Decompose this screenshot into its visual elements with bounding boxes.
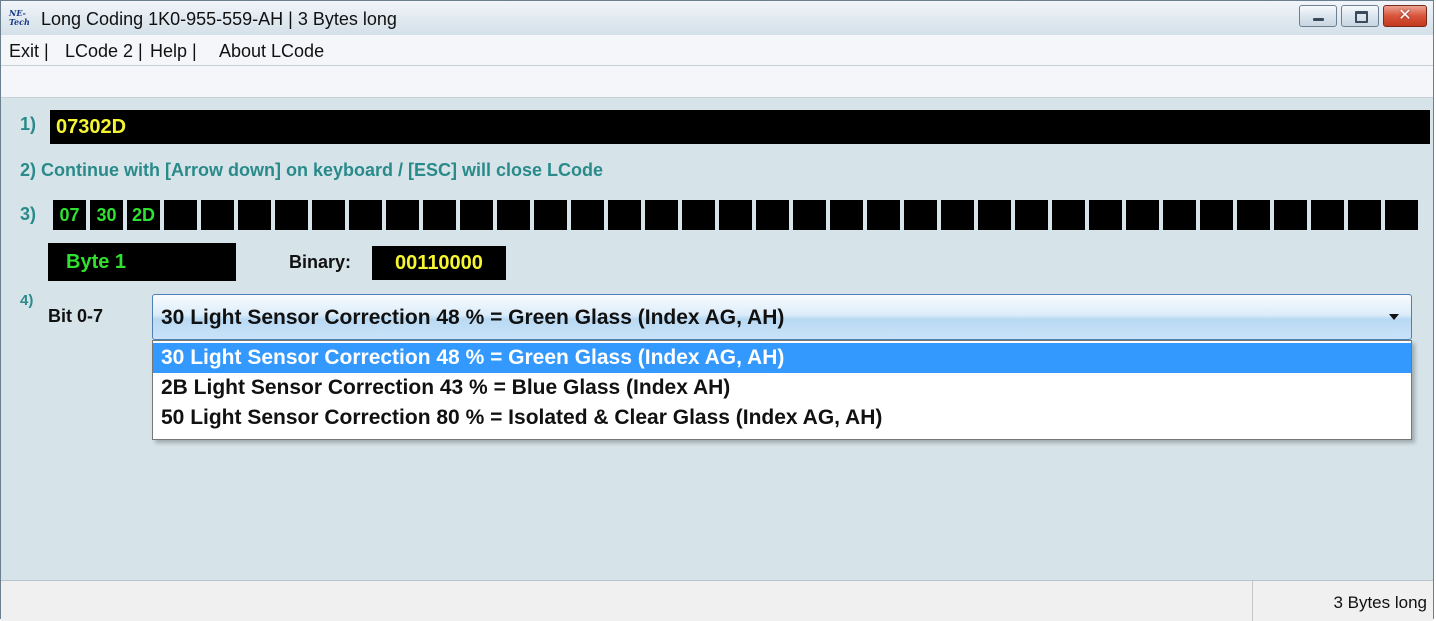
dropdown-arrow-icon[interactable] — [1389, 314, 1399, 320]
bit-range-label: Bit 0-7 — [48, 306, 104, 326]
maximize-button[interactable] — [1341, 5, 1379, 27]
byte-cell[interactable] — [756, 200, 789, 230]
byte-cell[interactable] — [1311, 200, 1344, 230]
byte-cell[interactable] — [1200, 200, 1233, 230]
byte-cell[interactable] — [275, 200, 308, 230]
byte-cell[interactable] — [830, 200, 863, 230]
byte-cell[interactable]: 2D — [127, 200, 160, 230]
menu-help[interactable]: Help | — [150, 41, 197, 62]
menu-bar-row: Exit | LCode 2 | Help | About LCode — [1, 35, 1433, 66]
maximize-icon — [1342, 6, 1378, 26]
byte-cell[interactable] — [1237, 200, 1270, 230]
status-bar: 3 Bytes long — [1, 580, 1433, 621]
byte-cell[interactable] — [645, 200, 678, 230]
minimize-button[interactable] — [1299, 5, 1337, 27]
byte-cell[interactable] — [534, 200, 567, 230]
byte-cell[interactable] — [793, 200, 826, 230]
menu-bar — [1, 65, 1433, 98]
byte-cell[interactable] — [1385, 200, 1418, 230]
byte-cell[interactable] — [682, 200, 715, 230]
byte-cell[interactable] — [312, 200, 345, 230]
menu-lcode2[interactable]: LCode 2 | — [65, 41, 143, 62]
step2-instruction: 2) Continue with [Arrow down] on keyboar… — [20, 160, 604, 180]
close-button[interactable]: ✕ — [1383, 5, 1427, 27]
ne-tech-logo-icon[interactable]: NE- Tech — [9, 9, 37, 29]
icon-text-bottom: Tech — [9, 17, 30, 27]
byte-cell[interactable] — [867, 200, 900, 230]
combobox-dropdown-list: 30 Light Sensor Correction 48 % = Green … — [152, 340, 1412, 440]
byte-cell[interactable] — [497, 200, 530, 230]
byte-cell[interactable] — [238, 200, 271, 230]
byte-cell[interactable] — [719, 200, 752, 230]
minimize-icon — [1300, 6, 1336, 26]
byte-cell[interactable] — [941, 200, 974, 230]
byte-cell[interactable] — [1163, 200, 1196, 230]
byte-cell[interactable] — [1274, 200, 1307, 230]
byte-label: Byte 1 — [48, 243, 236, 281]
byte-cell[interactable] — [349, 200, 382, 230]
byte-cell[interactable]: 30 — [90, 200, 123, 230]
byte-cell[interactable] — [904, 200, 937, 230]
byte-cell[interactable] — [1089, 200, 1122, 230]
byte-cell[interactable] — [978, 200, 1011, 230]
combobox-selected-value: 30 Light Sensor Correction 48 % = Green … — [161, 306, 785, 329]
byte-cell[interactable] — [460, 200, 493, 230]
dropdown-option[interactable]: 50 Light Sensor Correction 80 % = Isolat… — [153, 403, 1411, 433]
byte-cell[interactable] — [608, 200, 641, 230]
step4-number: 4) — [20, 292, 34, 309]
step3-number: 3) — [20, 204, 37, 224]
byte-cell[interactable] — [1126, 200, 1159, 230]
status-text: 3 Bytes long — [1333, 593, 1427, 612]
title-bar[interactable]: NE- Tech Long Coding 1K0-955-559-AH | 3 … — [1, 1, 1433, 36]
byte-cell[interactable] — [1015, 200, 1048, 230]
dropdown-option[interactable]: 2B Light Sensor Correction 43 % = Blue G… — [153, 373, 1411, 403]
byte-cell[interactable] — [201, 200, 234, 230]
dropdown-option[interactable]: 30 Light Sensor Correction 48 % = Green … — [153, 343, 1411, 373]
byte-cell[interactable] — [423, 200, 456, 230]
status-separator — [1252, 581, 1253, 621]
byte-cell[interactable]: 07 — [53, 200, 86, 230]
byte-cell[interactable] — [386, 200, 419, 230]
coding-input[interactable]: 07302D — [50, 110, 1430, 144]
menu-exit[interactable]: Exit | — [9, 41, 49, 62]
binary-label: Binary: — [289, 252, 352, 272]
byte-cell[interactable] — [164, 200, 197, 230]
byte-cell[interactable] — [1348, 200, 1381, 230]
window-title: Long Coding 1K0-955-559-AH | 3 Bytes lon… — [41, 9, 397, 29]
step1-number: 1) — [20, 114, 37, 134]
menu-about[interactable]: About LCode — [219, 41, 324, 62]
byte-cell[interactable] — [571, 200, 604, 230]
binary-value: 00110000 — [372, 246, 506, 280]
close-icon: ✕ — [1398, 7, 1412, 24]
bit-value-combobox[interactable]: 30 Light Sensor Correction 48 % = Green … — [152, 294, 1412, 340]
byte-cell[interactable] — [1052, 200, 1085, 230]
